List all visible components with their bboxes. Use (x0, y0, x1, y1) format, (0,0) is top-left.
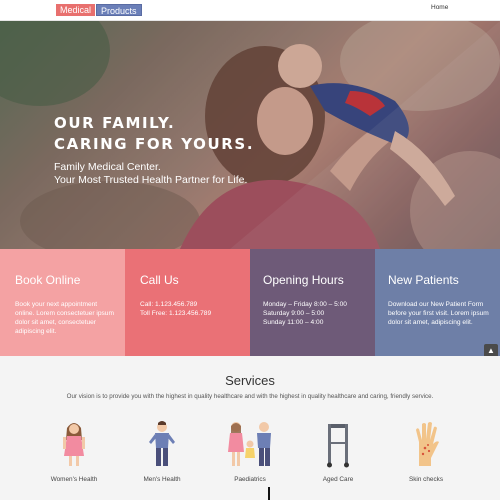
info-box-text: Download our New Patient Form before you… (388, 301, 489, 326)
info-box-title: Opening Hours (263, 273, 344, 287)
service-label: Aged Care (322, 476, 354, 483)
info-box-new-patients[interactable]: New Patients Download our New Patient Fo… (375, 249, 500, 356)
info-box-title: New Patients (388, 273, 459, 287)
hero-title-line1: OUR FAMILY. (54, 114, 176, 132)
info-box-text: Monday – Friday 8:00 – 5:00 Saturday 9:0… (263, 301, 347, 326)
hero-subtitle-line1: Family Medical Center. (54, 161, 161, 173)
walker-icon (327, 424, 349, 468)
text-cursor (268, 487, 270, 500)
family-icon (228, 422, 271, 466)
services-intro: Our vision is to provide you with the hi… (66, 393, 434, 400)
service-aged-care[interactable]: Aged Care (303, 420, 373, 483)
service-label: Men's Health (143, 476, 181, 483)
page: Medical Products Home OUR FAMILY. CARING… (0, 0, 500, 500)
chevron-up-icon: ▲ (487, 346, 495, 355)
info-box-title: Book Online (15, 273, 81, 287)
hero-banner: OUR FAMILY. CARING FOR YOURS. Family Med… (0, 21, 500, 249)
info-boxes: Book Online Book your next appointment o… (0, 249, 500, 356)
logo-text-part2: Products (96, 4, 142, 16)
info-box-book-online[interactable]: Book Online Book your next appointment o… (0, 249, 125, 356)
services-title: Services (225, 373, 275, 388)
service-label: Women's Health (50, 476, 98, 483)
service-label: Paediatrics (234, 476, 266, 483)
services-section: Services Our vision is to provide you wi… (0, 356, 500, 500)
hero-subtitle: Family Medical Center. Your Most Trusted… (54, 161, 247, 187)
info-box-opening-hours[interactable]: Opening Hours Monday – Friday 8:00 – 5:0… (250, 249, 375, 356)
hero-title: OUR FAMILY. CARING FOR YOURS. (54, 113, 254, 155)
service-womens-health[interactable]: Women's Health (39, 420, 109, 483)
hero-title-line2: CARING FOR YOURS. (54, 135, 255, 153)
woman-icon (63, 423, 85, 466)
logo-text-part1: Medical (56, 4, 96, 16)
info-box-call-us[interactable]: Call Us Call: 1.123.456.789 Toll Free: 1… (125, 249, 250, 356)
service-paediatrics[interactable]: Paediatrics (215, 420, 285, 483)
hand-icon (416, 422, 439, 466)
service-skin-checks[interactable]: Skin checks (391, 420, 461, 483)
top-nav-bar: Medical Products Home (0, 0, 500, 21)
info-box-title: Call Us (140, 273, 179, 287)
man-icon (149, 421, 175, 466)
site-logo[interactable]: Medical Products (56, 4, 142, 16)
info-box-text: Call: 1.123.456.789 Toll Free: 1.123.456… (140, 301, 212, 317)
nav-link-home[interactable]: Home (431, 4, 448, 11)
service-mens-health[interactable]: Men's Health (127, 420, 197, 483)
service-label: Skin checks (408, 476, 444, 483)
info-box-text: Book your next appointment online. Lorem… (15, 301, 114, 335)
hero-subtitle-line2: Your Most Trusted Health Partner for Lif… (54, 174, 248, 186)
